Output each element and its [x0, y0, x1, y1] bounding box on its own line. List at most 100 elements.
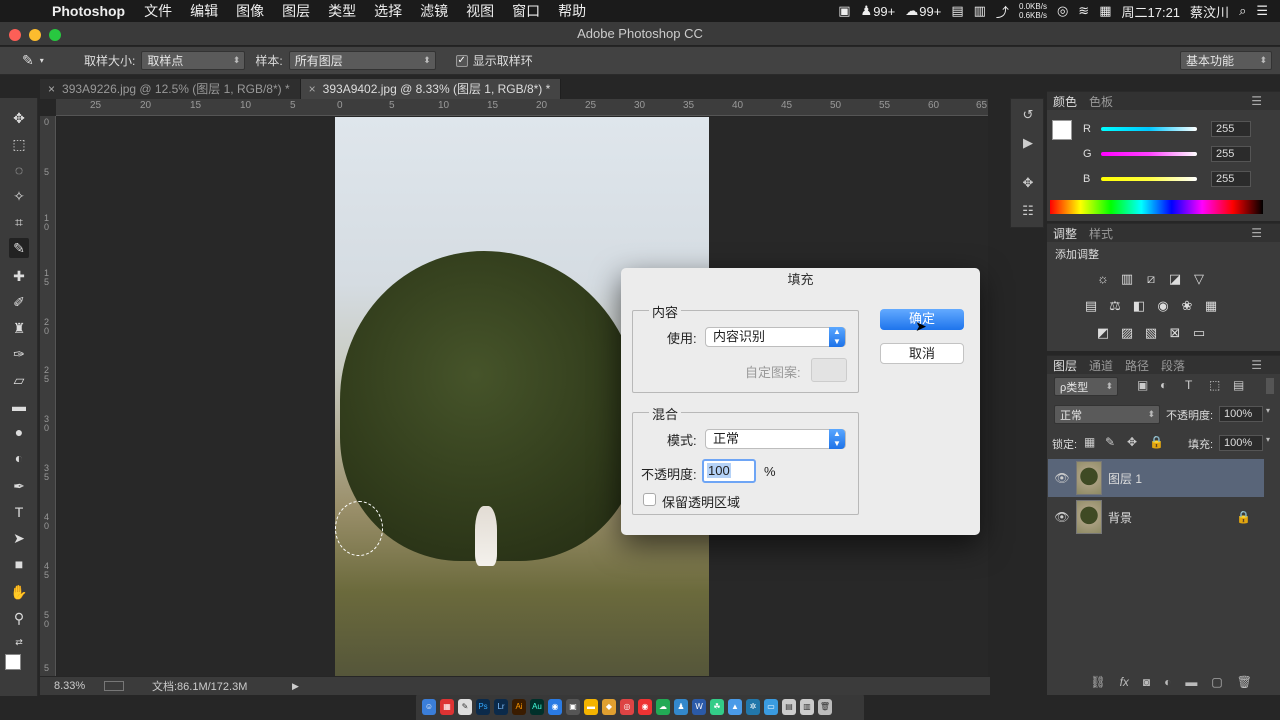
vibrance-icon[interactable]: ▽	[1191, 271, 1207, 287]
creative-cloud-icon[interactable]: ◎	[1057, 3, 1068, 19]
lasso-tool-icon[interactable]: ◌	[9, 160, 29, 180]
tab-paragraph[interactable]: 段落	[1161, 357, 1185, 374]
gradient-tool-icon[interactable]: ▬	[9, 396, 29, 416]
wechat-icon[interactable]: ☁	[905, 3, 918, 19]
lock-all-icon[interactable]: 🔒	[1149, 435, 1164, 449]
menu-type[interactable]: 类型	[328, 1, 356, 21]
layer-name[interactable]: 背景	[1108, 509, 1132, 526]
eraser-tool-icon[interactable]: ▱	[9, 370, 29, 390]
menu-select[interactable]: 选择	[374, 1, 402, 21]
cancel-button[interactable]: 取消	[880, 343, 964, 364]
healing-brush-tool-icon[interactable]: ✚	[9, 266, 29, 286]
selective-color-icon[interactable]: ⊠	[1167, 325, 1183, 341]
app-menu[interactable]: Photoshop	[52, 3, 125, 19]
hue-saturation-icon[interactable]: ▤	[1083, 298, 1099, 314]
panel-menu-icon[interactable]: ☰	[1251, 94, 1262, 108]
close-icon[interactable]: ×	[48, 82, 55, 96]
clipboard-icon[interactable]: ▥	[974, 3, 986, 19]
downloads-folder-icon[interactable]: ▭	[764, 698, 778, 715]
filter-toggle[interactable]	[1266, 378, 1274, 394]
photoshop-icon[interactable]: Ps	[476, 698, 490, 715]
layer-filter-select[interactable]: ρ类型	[1054, 377, 1118, 396]
crop-tool-icon[interactable]: ⌗	[9, 212, 29, 232]
illustrator-icon[interactable]: Ai	[512, 698, 526, 715]
minimize-window-button[interactable]	[29, 29, 41, 41]
chrome-icon[interactable]: ◉	[638, 698, 652, 715]
user-name[interactable]: 蔡汶川	[1190, 2, 1229, 21]
document-icon[interactable]: ▤	[782, 698, 796, 715]
history-icon[interactable]: ↺	[1019, 107, 1037, 125]
menu-image[interactable]: 图像	[236, 1, 264, 21]
document-icon[interactable]: ▥	[800, 698, 814, 715]
threshold-icon[interactable]: ▧	[1143, 325, 1159, 341]
word-icon[interactable]: W	[692, 698, 706, 715]
layer-row-1[interactable]: 👁 图层 1	[1048, 459, 1264, 497]
app-icon[interactable]: ▲	[728, 698, 742, 715]
new-layer-icon[interactable]: ▢	[1211, 675, 1222, 689]
channel-mixer-icon[interactable]: ❀	[1179, 298, 1195, 314]
blue-slider[interactable]	[1101, 177, 1197, 181]
clock[interactable]: 周二17:21	[1122, 2, 1181, 21]
tab-document-2[interactable]: × 393A9402.jpg @ 8.33% (图层 1, RGB/8*) *	[300, 79, 562, 99]
app-icon[interactable]: ✲	[746, 698, 760, 715]
mode-select[interactable]: 正常 ▲ ▼	[705, 429, 846, 449]
eyedropper-tool-icon[interactable]: ✎	[9, 238, 29, 258]
tab-color[interactable]: 颜色	[1053, 93, 1077, 110]
swap-colors-icon[interactable]: ⇄	[9, 632, 29, 652]
filter-smart-icon[interactable]: ▤	[1233, 378, 1244, 392]
app-icon[interactable]: ☘	[710, 698, 724, 715]
ruler-vertical[interactable]: 0 5 1 0 1 5 2 0 2 5 3 0 3 5 4 0 4 5 5 0 …	[40, 116, 56, 676]
use-select[interactable]: 内容识别 ▲ ▼	[705, 327, 846, 347]
menu-view[interactable]: 视图	[466, 1, 494, 21]
tab-paths[interactable]: 路径	[1125, 357, 1149, 374]
layer-style-icon[interactable]: fx	[1120, 675, 1129, 689]
sample-size-select[interactable]: 取样点	[141, 51, 246, 70]
qq-icon[interactable]: ♟	[861, 3, 873, 19]
ruler-horizontal[interactable]: 25 20 15 10 5 0 5 10 15 20 25 30 35 40 4…	[56, 99, 988, 116]
new-group-icon[interactable]: ▬	[1185, 675, 1197, 689]
finder-icon[interactable]: ☺	[422, 698, 436, 715]
pen-tool-icon[interactable]: ✒	[9, 476, 29, 496]
delete-layer-icon[interactable]: 🗑	[1237, 675, 1252, 689]
app-store-icon[interactable]: ◉	[548, 698, 562, 715]
menu-filter[interactable]: 滤镜	[420, 1, 448, 21]
lightroom-icon[interactable]: Lr	[494, 698, 508, 715]
menu-window[interactable]: 窗口	[512, 1, 540, 21]
photo-filter-icon[interactable]: ◉	[1155, 298, 1171, 314]
wechat-dock-icon[interactable]: ☁	[656, 698, 670, 715]
lock-position-icon[interactable]: ✥	[1127, 435, 1137, 449]
share-icon[interactable]: ⤴	[996, 2, 1009, 21]
menu-help[interactable]: 帮助	[558, 1, 586, 21]
layer-mask-icon[interactable]: ◙	[1143, 675, 1150, 689]
menu-edit[interactable]: 编辑	[190, 1, 218, 21]
type-tool-icon[interactable]: T	[9, 502, 29, 522]
tab-channels[interactable]: 通道	[1089, 357, 1113, 374]
input-icon[interactable]: ▤	[951, 3, 963, 19]
dodge-tool-icon[interactable]: ◐	[9, 448, 29, 468]
marquee-tool-icon[interactable]: ⬚	[9, 134, 29, 154]
selection-marquee[interactable]	[335, 501, 383, 556]
path-selection-tool-icon[interactable]: ➤	[9, 528, 29, 548]
preserve-transparency-checkbox[interactable]	[643, 493, 656, 506]
menu-layer[interactable]: 图层	[282, 1, 310, 21]
red-value[interactable]: 255	[1211, 121, 1251, 137]
opacity-value[interactable]: 100%	[1219, 406, 1263, 422]
show-sampling-ring-checkbox[interactable]: ✓	[455, 54, 468, 67]
filter-shape-icon[interactable]: ⬚	[1209, 378, 1220, 392]
close-icon[interactable]: ×	[309, 82, 316, 96]
visibility-eye-icon[interactable]: 👁	[1048, 471, 1076, 485]
gradient-map-icon[interactable]: ▭	[1191, 325, 1207, 341]
color-lookup-icon[interactable]: ▦	[1203, 298, 1219, 314]
panel-menu-icon[interactable]: ☰	[1251, 226, 1262, 240]
red-slider[interactable]	[1101, 127, 1197, 131]
filter-pixel-icon[interactable]: ▣	[1137, 378, 1148, 392]
menu-file[interactable]: 文件	[144, 1, 172, 21]
camera-icon[interactable]: ▣	[838, 3, 850, 19]
layer-name[interactable]: 图层 1	[1108, 470, 1142, 487]
tab-styles[interactable]: 样式	[1089, 225, 1113, 242]
black-white-icon[interactable]: ◧	[1131, 298, 1147, 314]
workspace-select[interactable]: 基本功能	[1180, 51, 1272, 70]
spotlight-search-icon[interactable]: ⌕	[1239, 3, 1246, 19]
zoom-level[interactable]: 8.33%	[54, 680, 104, 692]
layer-row-background[interactable]: 👁 背景 🔒	[1048, 498, 1264, 536]
